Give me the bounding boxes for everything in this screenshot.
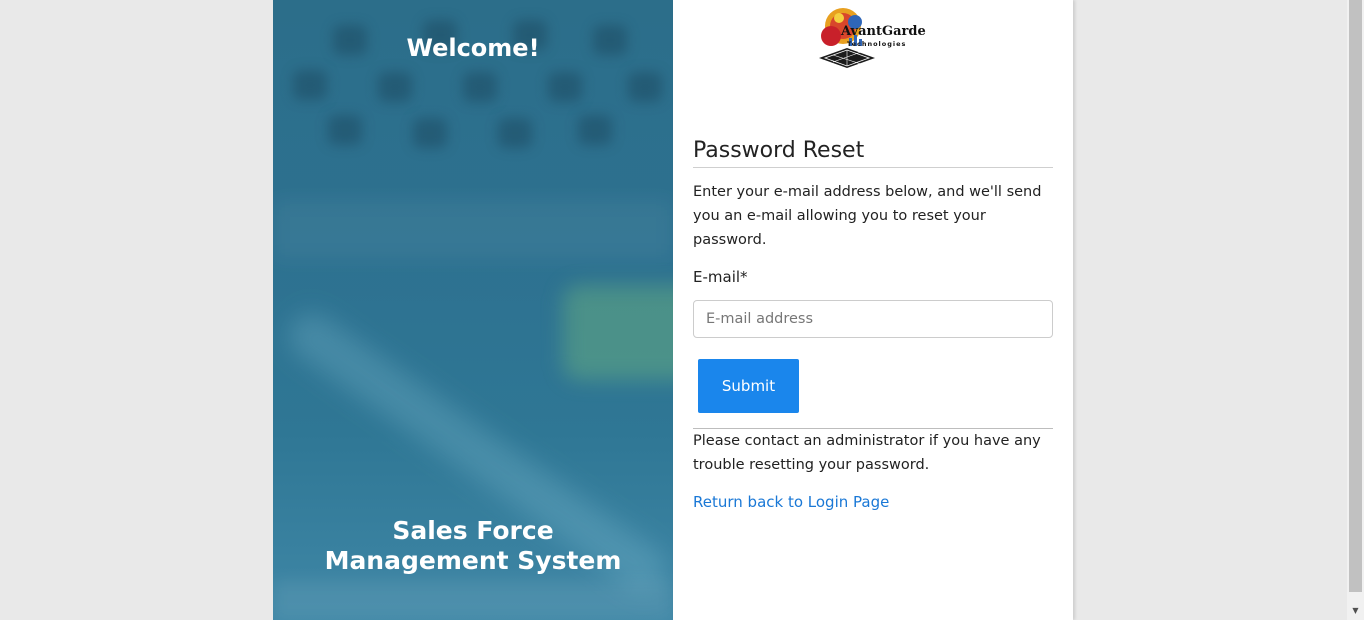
page: Welcome! Sales Force Management System A… <box>0 0 1364 620</box>
hero-panel: Welcome! Sales Force Management System <box>273 0 673 620</box>
company-logo: AvantGarde Technologies <box>813 6 935 70</box>
return-to-login-link[interactable]: Return back to Login Page <box>693 493 889 511</box>
email-field[interactable] <box>693 300 1053 338</box>
logo-tagline: Technologies <box>847 40 907 48</box>
scroll-down-arrow-icon[interactable]: ▼ <box>1347 604 1364 618</box>
password-reset-panel: AvantGarde Technologies Password Reset E… <box>673 0 1073 620</box>
vertical-scrollbar[interactable]: ▼ <box>1347 0 1364 620</box>
welcome-heading: Welcome! <box>406 34 540 62</box>
page-title: Password Reset <box>693 138 1053 168</box>
logo-name: AvantGarde <box>841 24 926 39</box>
submit-button[interactable]: Submit <box>698 359 799 413</box>
email-label: E-mail* <box>693 268 748 286</box>
scrollbar-thumb[interactable] <box>1349 0 1362 592</box>
system-name-heading: Sales Force Management System <box>324 516 622 575</box>
reset-instructions: Enter your e-mail address below, and we'… <box>693 184 1042 248</box>
contact-admin-note: Please contact an administrator if you h… <box>693 433 1041 473</box>
